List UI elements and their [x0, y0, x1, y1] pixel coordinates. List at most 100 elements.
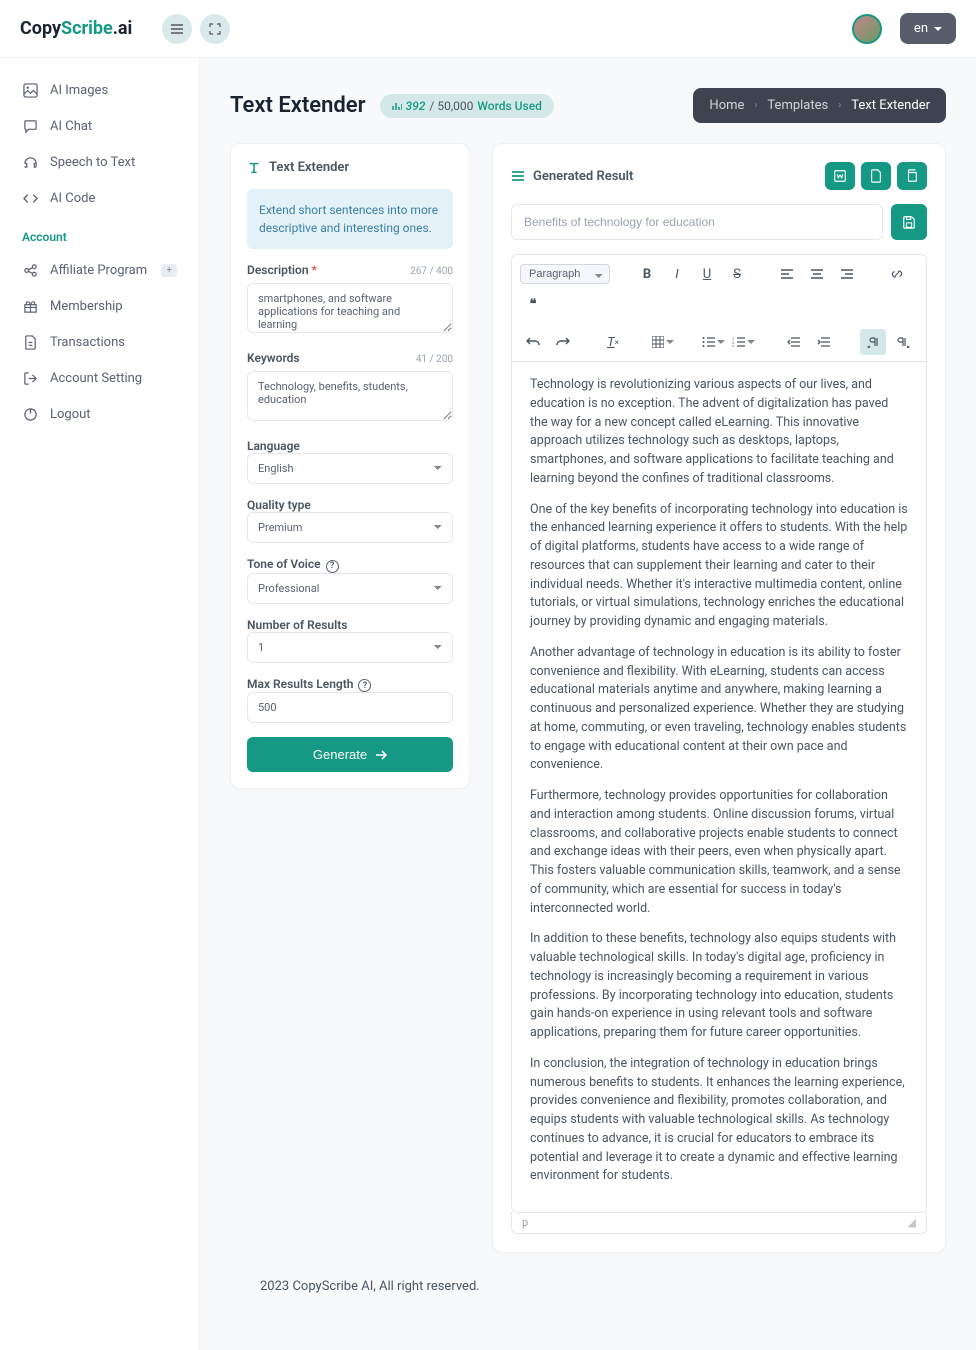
clear-format-button[interactable]: T×	[600, 329, 626, 355]
maxlen-input[interactable]	[247, 692, 453, 723]
sidebar: AI Images AI Chat Speech to Text AI Code…	[0, 58, 200, 1350]
ordered-list-button[interactable]: 123	[730, 329, 756, 355]
sidebar-item-ai-images[interactable]: AI Images	[0, 72, 199, 108]
italic-button[interactable]: I	[664, 261, 690, 287]
result-title-input[interactable]	[511, 204, 883, 240]
expand-badge[interactable]: +	[161, 264, 177, 277]
sidebar-item-label: Logout	[50, 407, 91, 422]
breadcrumb: Home › Templates › Text Extender	[693, 88, 946, 123]
hamburger-icon	[171, 24, 183, 34]
editor-body[interactable]: Technology is revolutionizing various as…	[511, 361, 927, 1213]
sidebar-item-ai-code[interactable]: AI Code	[0, 180, 199, 216]
outdent-button[interactable]	[780, 329, 806, 355]
info-box: Extend short sentences into more descrip…	[247, 189, 453, 249]
keywords-input[interactable]: Technology, benefits, students, educatio…	[247, 371, 453, 421]
sidebar-section-account: Account	[0, 216, 199, 252]
language-select[interactable]: en	[900, 13, 956, 44]
save-button[interactable]	[891, 204, 927, 240]
quality-label: Quality type	[247, 498, 453, 512]
sidebar-item-logout[interactable]: Logout	[0, 396, 199, 432]
resize-handle[interactable]: ◢	[908, 1216, 916, 1229]
quality-select[interactable]: Premium	[247, 512, 453, 543]
sidebar-item-label: Account Setting	[50, 371, 142, 386]
generate-button[interactable]: Generate	[247, 737, 453, 772]
list-icon	[511, 170, 525, 182]
editor-toolbar: Paragraph B I U S ❝	[511, 254, 927, 361]
language-select[interactable]: English	[247, 453, 453, 484]
unordered-list-button[interactable]	[700, 329, 726, 355]
fullscreen-button[interactable]	[200, 14, 230, 44]
undo-button[interactable]	[520, 329, 546, 355]
sidebar-item-label: AI Images	[50, 83, 108, 98]
bold-button[interactable]: B	[634, 261, 660, 287]
sidebar-item-label: Affiliate Program	[50, 263, 147, 278]
tone-label: Tone of Voice ?	[247, 557, 453, 573]
results-select[interactable]: 1	[247, 632, 453, 663]
word-count-badge: 392 / 50,000 Words Used	[380, 94, 554, 118]
sidebar-item-affiliate[interactable]: Affiliate Program +	[0, 252, 199, 288]
copy-button[interactable]	[897, 162, 927, 190]
gift-icon	[22, 298, 38, 314]
power-icon	[22, 406, 38, 422]
results-label: Number of Results	[247, 618, 453, 632]
breadcrumb-current: Text Extender	[851, 98, 930, 113]
panel-title: Text Extender	[269, 160, 349, 175]
result-paragraph: In conclusion, the integration of techno…	[530, 1055, 908, 1186]
sidebar-item-label: AI Code	[50, 191, 95, 206]
quote-button[interactable]: ❝	[520, 291, 546, 317]
help-icon[interactable]: ?	[358, 679, 371, 692]
redo-button[interactable]	[550, 329, 576, 355]
export-doc-button[interactable]	[861, 162, 891, 190]
sidebar-item-account-setting[interactable]: Account Setting	[0, 360, 199, 396]
sidebar-item-label: Transactions	[50, 335, 125, 350]
result-paragraph: One of the key benefits of incorporating…	[530, 501, 908, 632]
link-button[interactable]	[884, 261, 910, 287]
breadcrumb-home[interactable]: Home	[709, 98, 744, 113]
result-paragraph: Technology is revolutionizing various as…	[530, 376, 908, 489]
headphones-icon	[22, 154, 38, 170]
align-center-button[interactable]	[804, 261, 830, 287]
status-tag: p	[522, 1216, 528, 1229]
sidebar-item-speech-to-text[interactable]: Speech to Text	[0, 144, 199, 180]
logo[interactable]: CopyScribe.ai	[20, 18, 132, 39]
sidebar-item-ai-chat[interactable]: AI Chat	[0, 108, 199, 144]
underline-button[interactable]: U	[694, 261, 720, 287]
share-icon	[22, 262, 38, 278]
align-right-button[interactable]	[834, 261, 860, 287]
panel-title: Generated Result	[533, 169, 633, 184]
ltr-button[interactable]	[860, 329, 886, 355]
text-icon	[247, 161, 261, 175]
chevron-down-icon	[934, 27, 942, 31]
page-title: Text Extender	[230, 93, 366, 118]
rtl-button[interactable]	[890, 329, 916, 355]
help-icon[interactable]: ?	[326, 560, 339, 573]
topbar: CopyScribe.ai en	[0, 0, 976, 58]
document-icon	[22, 334, 38, 350]
menu-toggle-button[interactable]	[162, 14, 192, 44]
table-button[interactable]	[650, 329, 676, 355]
sidebar-item-membership[interactable]: Membership	[0, 288, 199, 324]
result-paragraph: In addition to these benefits, technolog…	[530, 930, 908, 1043]
indent-button[interactable]	[810, 329, 836, 355]
description-label: Description *	[247, 263, 317, 277]
logout-icon	[22, 370, 38, 386]
keywords-label: Keywords	[247, 351, 300, 365]
expand-icon	[209, 23, 221, 35]
avatar[interactable]	[852, 14, 882, 44]
tone-select[interactable]: Professional	[247, 573, 453, 604]
description-input[interactable]: smartphones, and software applications f…	[247, 283, 453, 333]
paragraph-select[interactable]: Paragraph	[520, 264, 610, 284]
editor-status-bar: p ◢	[511, 1212, 927, 1234]
export-word-button[interactable]	[825, 162, 855, 190]
sidebar-item-transactions[interactable]: Transactions	[0, 324, 199, 360]
strike-button[interactable]: S	[724, 261, 750, 287]
chat-icon	[22, 118, 38, 134]
keywords-counter: 41 / 200	[416, 354, 453, 365]
code-icon	[22, 190, 38, 206]
main-content: Text Extender 392 / 50,000 Words Used Ho…	[200, 58, 976, 1350]
sidebar-item-label: Membership	[50, 299, 123, 314]
align-left-button[interactable]	[774, 261, 800, 287]
input-panel: Text Extender Extend short sentences int…	[230, 143, 470, 789]
breadcrumb-templates[interactable]: Templates	[767, 98, 828, 113]
description-counter: 267 / 400	[410, 266, 453, 277]
